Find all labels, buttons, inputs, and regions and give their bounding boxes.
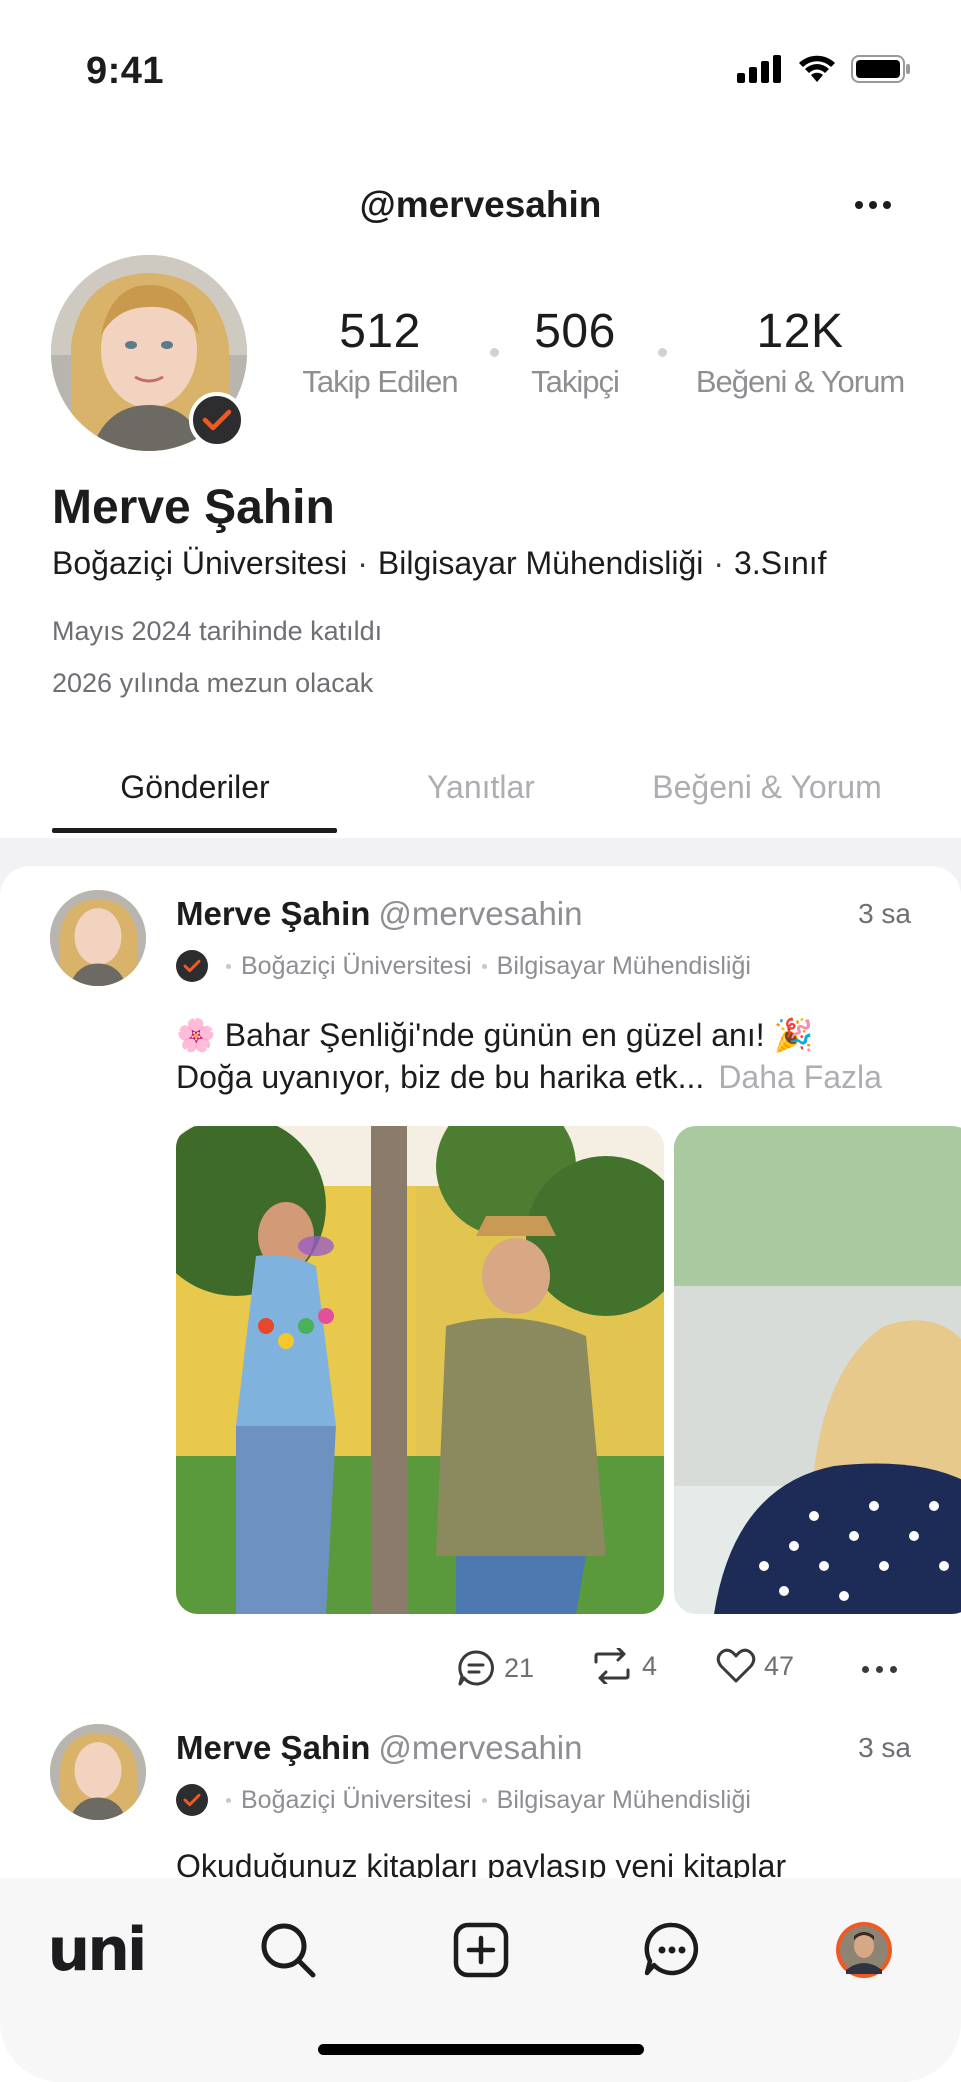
profile-year: 3.Sınıf bbox=[734, 545, 827, 581]
post-avatar[interactable] bbox=[50, 890, 146, 986]
post-more-button[interactable] bbox=[862, 1666, 897, 1673]
post-author-handle: @mervesahin bbox=[378, 895, 583, 932]
battery-icon bbox=[851, 55, 910, 83]
stat-likes-label: Beğeni & Yorum bbox=[695, 364, 905, 399]
comment-icon bbox=[458, 1650, 494, 1686]
tab-active-indicator bbox=[52, 828, 337, 833]
post-time: 3 sa bbox=[858, 898, 911, 929]
repost-icon bbox=[594, 1648, 630, 1684]
post-image-2[interactable] bbox=[674, 1126, 961, 1614]
status-icons bbox=[737, 54, 911, 84]
more-options-button[interactable] bbox=[843, 180, 903, 230]
post-text-line1: 🌸 Bahar Şenliği'nde günün en güzel anı! … bbox=[176, 1017, 814, 1053]
verified-check-icon bbox=[183, 1793, 201, 1807]
profile-header: @mervesahin bbox=[0, 180, 961, 230]
stat-following-value: 512 bbox=[339, 305, 421, 358]
stat-followers-value: 506 bbox=[534, 305, 616, 358]
stat-followers[interactable]: 506 Takipçi bbox=[520, 302, 630, 402]
tab-posts[interactable]: Gönderiler bbox=[52, 760, 338, 814]
nav-home[interactable]: uni bbox=[48, 1910, 148, 1990]
status-time: 9:41 bbox=[86, 50, 165, 92]
repost-count: 4 bbox=[642, 1650, 658, 1681]
post-author[interactable]: Merve Şahin @mervesahin bbox=[176, 1729, 583, 1767]
post-image-1[interactable] bbox=[176, 1126, 664, 1614]
post-text-line2: Doğa uyanıyor, biz de bu harika etk... Da… bbox=[176, 1056, 882, 1098]
verified-badge bbox=[176, 950, 208, 982]
read-more-link[interactable]: Daha Fazla bbox=[718, 1059, 882, 1095]
profile-graduation: 2026 yılında mezun olacak bbox=[52, 668, 374, 698]
post-avatar[interactable] bbox=[50, 1724, 146, 1820]
post-time: 3 sa bbox=[858, 1732, 911, 1763]
separator: · bbox=[357, 545, 368, 581]
nav-messages[interactable] bbox=[632, 1910, 712, 1990]
stat-likes[interactable]: 12K Beğeni & Yorum bbox=[690, 302, 910, 402]
verified-badge bbox=[176, 1784, 208, 1816]
post-author-name: Merve Şahin bbox=[176, 1729, 371, 1766]
post-author-meta: Boğaziçi Üniversitesi Bilgisayar Mühendi… bbox=[176, 1784, 751, 1816]
add-post-icon bbox=[453, 1922, 509, 1978]
stat-separator bbox=[490, 348, 499, 357]
signal-icon bbox=[737, 55, 781, 83]
nav-profile[interactable] bbox=[824, 1910, 904, 1990]
more-icon bbox=[855, 201, 863, 209]
heart-icon bbox=[716, 1648, 756, 1683]
uni-logo: uni bbox=[47, 1915, 148, 1985]
nav-create-post[interactable] bbox=[441, 1910, 521, 1990]
messages-icon bbox=[644, 1922, 699, 1976]
stat-following-label: Takip Edilen bbox=[302, 364, 458, 399]
more-icon bbox=[862, 1666, 869, 1673]
status-bar: 9:41 bbox=[0, 0, 961, 140]
profile-tabs: Gönderiler Yanıtlar Beğeni & Yorum bbox=[0, 760, 961, 840]
bottom-navigation: uni bbox=[0, 1878, 961, 2082]
post-actions: 21 4 47 bbox=[0, 1648, 961, 1698]
post-author-name: Merve Şahin bbox=[176, 895, 371, 932]
profile-stats: 512 Takip Edilen 506 Takipçi 12K Beğeni … bbox=[280, 302, 920, 412]
post-department: Bilgisayar Mühendisliği bbox=[496, 1785, 751, 1814]
home-indicator bbox=[318, 2044, 644, 2055]
post-author[interactable]: Merve Şahin @mervesahin bbox=[176, 895, 583, 933]
post-text-line2-text: Doğa uyanıyor, biz de bu harika etk... bbox=[176, 1059, 705, 1095]
stat-separator bbox=[658, 348, 667, 357]
profile-name: Merve Şahin bbox=[52, 481, 335, 534]
comment-count: 21 bbox=[504, 1652, 535, 1683]
profile-university: Boğaziçi Üniversitesi bbox=[52, 545, 348, 581]
like-button[interactable]: 47 bbox=[716, 1648, 794, 1684]
post-university: Boğaziçi Üniversitesi bbox=[241, 951, 472, 980]
post-author-meta: Boğaziçi Üniversitesi Bilgisayar Mühendi… bbox=[176, 950, 751, 982]
stat-following[interactable]: 512 Takip Edilen bbox=[300, 302, 460, 402]
verified-check-icon bbox=[202, 409, 232, 431]
profile-joined: Mayıs 2024 tarihinde katıldı bbox=[52, 616, 383, 646]
like-count: 47 bbox=[764, 1650, 795, 1681]
profile-avatar-icon bbox=[836, 1922, 892, 1978]
profile-education: Boğaziçi Üniversitesi · Bilgisayar Mühendi… bbox=[52, 545, 827, 582]
post-university: Boğaziçi Üniversitesi bbox=[241, 1785, 472, 1814]
header-handle: @mervesahin bbox=[359, 184, 602, 225]
verified-check-icon bbox=[183, 959, 201, 973]
comment-button[interactable]: 21 bbox=[456, 1648, 534, 1688]
post-department: Bilgisayar Mühendisliği bbox=[496, 951, 751, 980]
nav-search[interactable] bbox=[248, 1910, 328, 1990]
stat-likes-value: 12K bbox=[756, 305, 844, 358]
stat-followers-label: Takipçi bbox=[531, 364, 620, 399]
search-icon bbox=[261, 1923, 316, 1978]
verified-badge bbox=[189, 392, 245, 448]
profile-department: Bilgisayar Mühendisliği bbox=[377, 545, 704, 581]
post-author-handle: @mervesahin bbox=[378, 1729, 583, 1766]
wifi-icon bbox=[799, 55, 835, 82]
repost-button[interactable]: 4 bbox=[590, 1648, 657, 1684]
tab-likes-comments[interactable]: Beğeni & Yorum bbox=[624, 760, 910, 814]
separator: · bbox=[713, 545, 725, 581]
tab-replies[interactable]: Yanıtlar bbox=[338, 760, 624, 814]
